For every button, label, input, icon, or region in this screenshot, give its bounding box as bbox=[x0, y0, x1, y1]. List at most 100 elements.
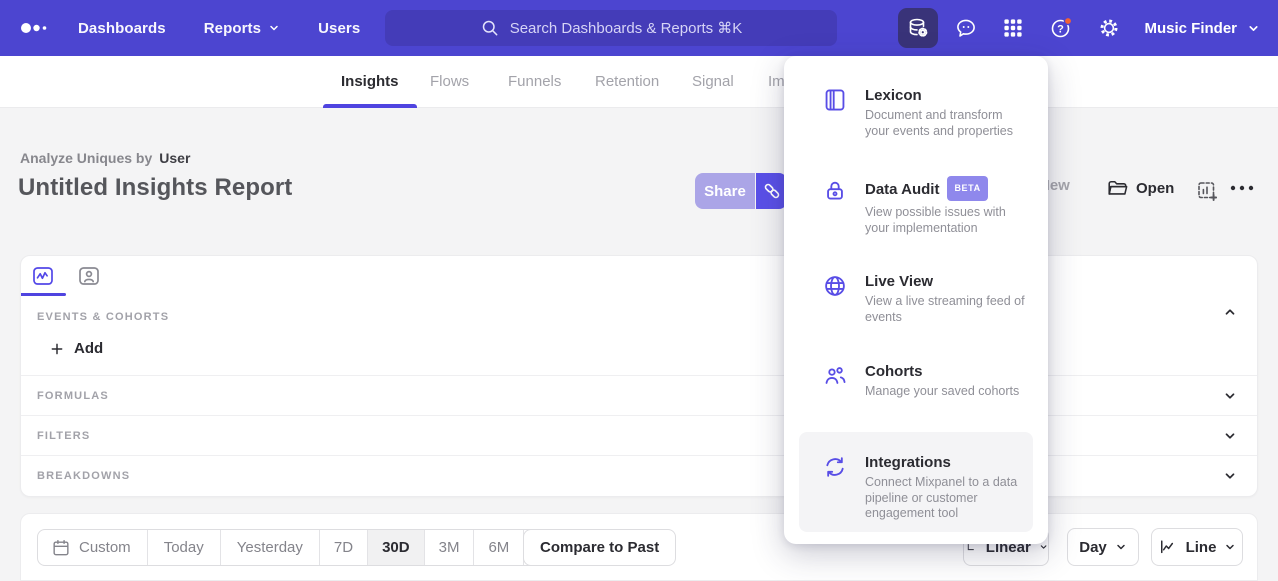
project-switcher[interactable]: Music Finder bbox=[1144, 0, 1260, 56]
menu-item-description: View a live streaming feed of events bbox=[865, 294, 1033, 325]
database-gear-icon bbox=[906, 16, 930, 40]
lock-icon bbox=[822, 178, 848, 204]
section-breakdowns[interactable]: BREAKDOWNS bbox=[21, 455, 1257, 495]
apps-grid-icon bbox=[1001, 16, 1025, 40]
granularity-label: Day bbox=[1079, 539, 1107, 556]
menu-item-lexicon[interactable]: Lexicon Document and transform your even… bbox=[799, 86, 1033, 139]
more-options-button[interactable] bbox=[1229, 183, 1255, 193]
project-name: Music Finder bbox=[1144, 20, 1237, 37]
granularity-selector-button[interactable]: Day bbox=[1067, 528, 1139, 566]
chart-type-label: Line bbox=[1186, 539, 1217, 556]
nav-item-users[interactable]: Users bbox=[318, 20, 360, 37]
menu-item-title: Data Audit BETA bbox=[865, 177, 1033, 202]
view-tab-profiles[interactable] bbox=[76, 263, 102, 289]
calendar-icon bbox=[51, 538, 71, 558]
active-view-tab-underline bbox=[21, 293, 66, 296]
tab-insights[interactable]: Insights bbox=[341, 56, 399, 108]
menu-item-text: Integrations Connect Mixpanel to a data … bbox=[865, 453, 1027, 522]
chevron-down-icon bbox=[1224, 541, 1236, 553]
section-events-cohorts: EVENTS & COHORTS bbox=[37, 307, 169, 325]
section-formulas[interactable]: FORMULAS bbox=[21, 375, 1257, 415]
search-icon bbox=[480, 18, 500, 38]
date-range-control: Custom Today Yesterday 7D 30D 3M 6M 12M bbox=[37, 529, 582, 566]
range-label: Custom bbox=[79, 539, 131, 556]
book-icon bbox=[822, 87, 848, 113]
plus-icon bbox=[49, 341, 65, 357]
search-placeholder: Search Dashboards & Reports ⌘K bbox=[510, 19, 743, 37]
data-management-button[interactable] bbox=[898, 8, 938, 48]
sync-icon bbox=[822, 454, 848, 480]
chevron-down-icon[interactable] bbox=[1223, 469, 1237, 483]
menu-item-title: Cohorts bbox=[865, 362, 1019, 381]
section-label: BREAKDOWNS bbox=[37, 470, 130, 482]
add-label: Add bbox=[74, 340, 103, 357]
data-management-menu: Lexicon Document and transform your even… bbox=[784, 56, 1048, 544]
tab-funnels[interactable]: Funnels bbox=[508, 56, 561, 108]
range-today[interactable]: Today bbox=[147, 530, 220, 565]
chevron-down-icon bbox=[1247, 22, 1260, 35]
menu-item-text: Data Audit BETA View possible issues wit… bbox=[865, 177, 1033, 236]
tab-retention[interactable]: Retention bbox=[595, 56, 659, 108]
menu-item-description: Connect Mixpanel to a data pipeline or c… bbox=[865, 475, 1027, 522]
folder-icon bbox=[1106, 177, 1128, 199]
top-navigation: Dashboards Reports Users Search Dashboar… bbox=[0, 0, 1278, 56]
chevron-down-icon bbox=[1115, 541, 1127, 553]
svg-text:?: ? bbox=[1057, 23, 1064, 35]
section-label: FORMULAS bbox=[37, 390, 109, 402]
query-builder-panel: EVENTS & COHORTS Add FORMULAS FILTERS BR… bbox=[20, 255, 1258, 497]
menu-item-live-view[interactable]: Live View View a live streaming feed of … bbox=[799, 272, 1033, 325]
range-30d[interactable]: 30D bbox=[367, 530, 424, 565]
search-input[interactable]: Search Dashboards & Reports ⌘K bbox=[385, 10, 837, 46]
chevron-up-icon[interactable] bbox=[1223, 305, 1237, 319]
help-icon: ? bbox=[1048, 15, 1074, 41]
menu-item-text: Lexicon Document and transform your even… bbox=[865, 86, 1015, 139]
menu-item-data-audit[interactable]: Data Audit BETA View possible issues wit… bbox=[799, 177, 1033, 236]
help-button[interactable]: ? bbox=[1041, 8, 1081, 48]
user-profile-icon bbox=[77, 264, 101, 288]
add-to-dashboard-button[interactable] bbox=[1195, 179, 1219, 203]
time-controls-panel: Custom Today Yesterday 7D 30D 3M 6M 12M … bbox=[20, 513, 1258, 581]
primary-nav: Dashboards Reports Users bbox=[78, 0, 360, 56]
menu-item-title: Lexicon bbox=[865, 86, 1015, 105]
open-report-button[interactable]: Open bbox=[1106, 177, 1174, 199]
section-label: FILTERS bbox=[37, 430, 90, 442]
analyze-entity-selector[interactable]: User bbox=[159, 150, 190, 166]
range-3m[interactable]: 3M bbox=[424, 530, 474, 565]
chat-bubble-icon bbox=[954, 16, 978, 40]
chevron-down-icon[interactable] bbox=[1223, 429, 1237, 443]
menu-item-description: Manage your saved cohorts bbox=[865, 384, 1019, 400]
menu-item-cohorts[interactable]: Cohorts Manage your saved cohorts bbox=[799, 362, 1033, 400]
range-custom[interactable]: Custom bbox=[38, 530, 147, 565]
line-chart-icon bbox=[31, 264, 55, 288]
copy-link-button[interactable] bbox=[756, 173, 787, 209]
range-7d[interactable]: 7D bbox=[319, 530, 367, 565]
nav-item-dashboards[interactable]: Dashboards bbox=[78, 20, 166, 37]
gear-icon bbox=[1097, 16, 1121, 40]
app: Dashboards Reports Users Search Dashboar… bbox=[0, 0, 1278, 581]
link-icon bbox=[761, 180, 783, 202]
range-6m[interactable]: 6M bbox=[473, 530, 523, 565]
share-button[interactable]: Share bbox=[695, 173, 755, 209]
messages-button[interactable] bbox=[946, 8, 986, 48]
users-icon bbox=[822, 363, 848, 389]
chevron-down-icon[interactable] bbox=[1223, 389, 1237, 403]
range-yesterday[interactable]: Yesterday bbox=[220, 530, 319, 565]
chart-type-selector-button[interactable]: Line bbox=[1151, 528, 1243, 566]
tab-signal[interactable]: Signal bbox=[692, 56, 734, 108]
view-tab-metrics[interactable] bbox=[30, 263, 56, 289]
add-event-button[interactable]: Add bbox=[49, 340, 103, 357]
analyze-subtitle: Analyze Uniques by User bbox=[20, 150, 190, 166]
menu-item-title: Live View bbox=[865, 272, 1033, 291]
apps-grid-button[interactable] bbox=[993, 8, 1033, 48]
mixpanel-logo-icon[interactable] bbox=[20, 16, 50, 40]
open-label: Open bbox=[1136, 180, 1174, 197]
nav-item-reports[interactable]: Reports bbox=[204, 20, 280, 37]
notification-dot bbox=[1064, 17, 1071, 24]
section-filters[interactable]: FILTERS bbox=[21, 415, 1257, 455]
compare-to-past-button[interactable]: Compare to Past bbox=[523, 529, 676, 566]
tab-flows[interactable]: Flows bbox=[430, 56, 469, 108]
globe-icon bbox=[822, 273, 848, 299]
menu-item-integrations[interactable]: Integrations Connect Mixpanel to a data … bbox=[799, 432, 1033, 532]
settings-button[interactable] bbox=[1089, 8, 1129, 48]
page-title[interactable]: Untitled Insights Report bbox=[18, 174, 292, 202]
